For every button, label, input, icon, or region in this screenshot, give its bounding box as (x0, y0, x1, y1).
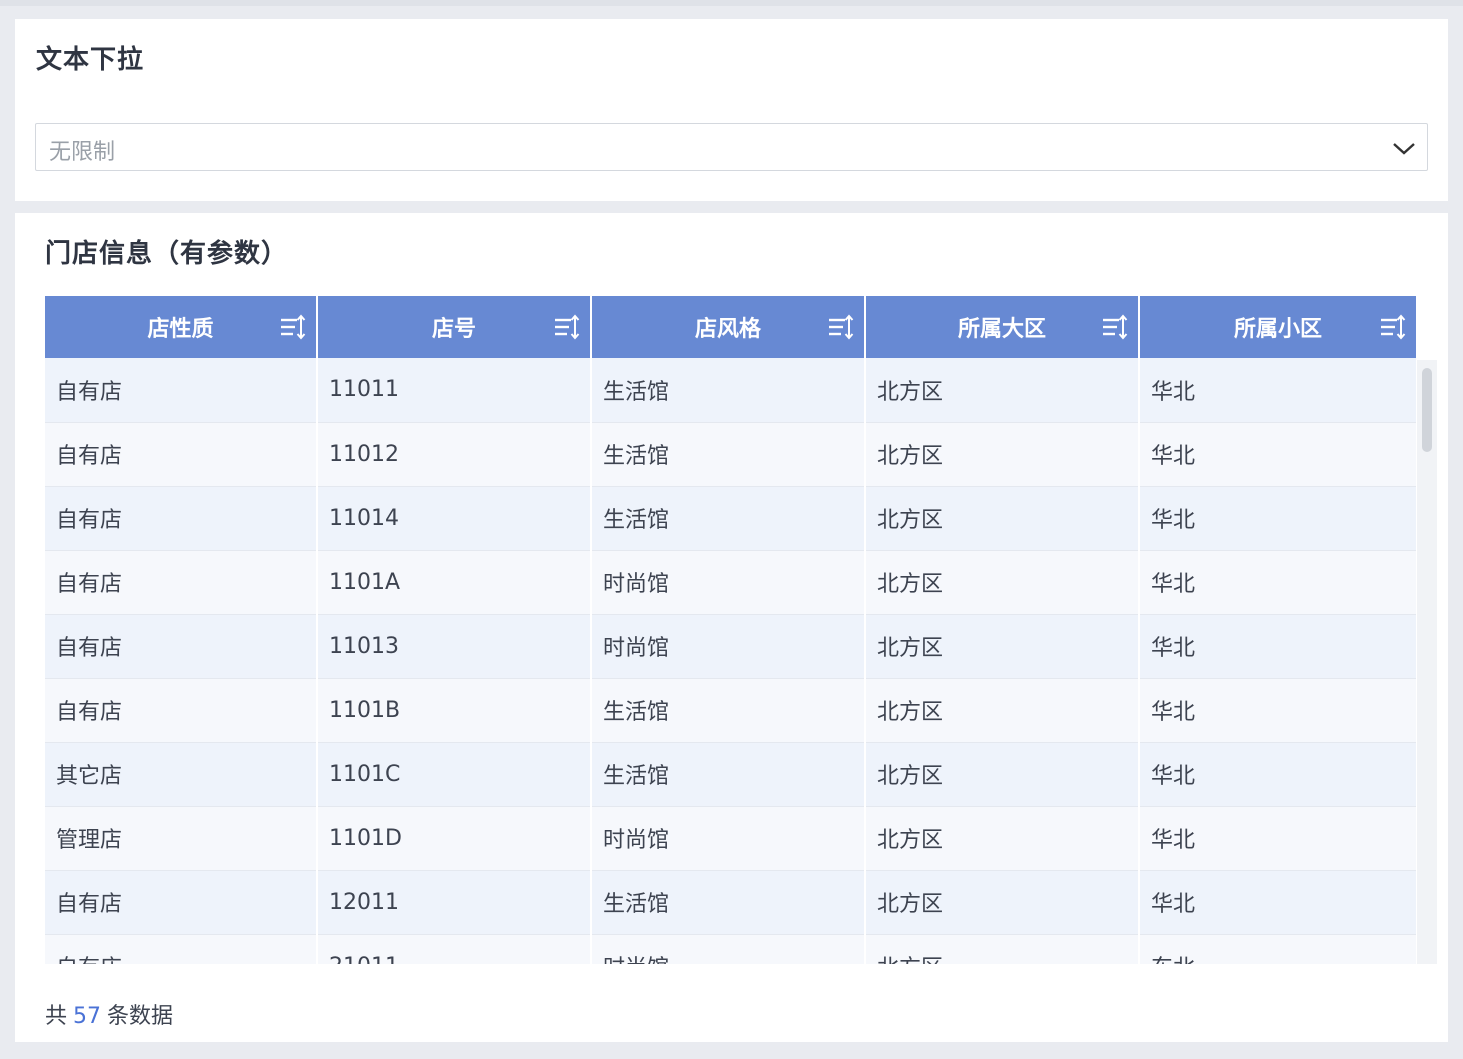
table-cell: 华北 (1139, 742, 1416, 807)
table-cell: 11011 (317, 358, 592, 423)
table-cell: 时尚馆 (591, 550, 866, 615)
column-header-label: 店风格 (694, 317, 761, 342)
column-header[interactable]: 店风格 (591, 296, 866, 358)
table-row[interactable]: 自有店21011时尚馆北方区东北 (45, 934, 1416, 964)
table-cell: 自有店 (45, 550, 318, 615)
table-body: 自有店 11011 生活馆 北方区 华北 自有店 11012 生活馆 北方区 华北 自有店 11014… (45, 358, 1416, 964)
count-prefix: 共 (45, 1004, 68, 1029)
column-header-label: 所属小区 (1233, 317, 1322, 342)
filter-title: 文本下拉 (36, 45, 145, 75)
table-cell: 11013 (317, 614, 592, 679)
table-cell: 北方区 (865, 934, 1140, 964)
count-value: 57 (73, 1004, 102, 1029)
column-header-label: 店号 (431, 317, 476, 342)
table-cell: 华北 (1139, 678, 1416, 743)
table-cell: 生活馆 (591, 358, 866, 423)
column-header-label: 所属大区 (957, 317, 1046, 342)
table-header-row: 店性质 店号 店风格 所属大区 所属小区 (45, 296, 1416, 358)
count-suffix: 条数据 (107, 1004, 174, 1029)
table-cell: 北方区 (865, 614, 1140, 679)
sort-icon[interactable] (1100, 313, 1128, 341)
table-cell: 1101D (317, 806, 592, 871)
table-cell: 华北 (1139, 486, 1416, 551)
store-table: 店性质 店号 店风格 所属大区 所属小区 自有店 11011 生活馆 北方区 华北 自有店 1101… (45, 296, 1416, 964)
text-dropdown-select[interactable]: 无限制 (35, 123, 1428, 171)
table-cell: 自有店 (45, 358, 318, 423)
table-cell: 北方区 (865, 358, 1140, 423)
sort-icon[interactable] (552, 313, 580, 341)
table-cell: 北方区 (865, 486, 1140, 551)
table-cell: 生活馆 (591, 678, 866, 743)
table-row[interactable]: 自有店 11012 生活馆 北方区 华北 (45, 422, 1416, 487)
table-cell: 其它店 (45, 742, 318, 807)
scrollbar-thumb[interactable] (1422, 368, 1432, 452)
table-cell: 华北 (1139, 422, 1416, 487)
table-cell: 东北 (1139, 934, 1416, 964)
table-cell: 21011 (317, 934, 592, 964)
table-cell: 1101C (317, 742, 592, 807)
table-cell: 华北 (1139, 806, 1416, 871)
table-cell: 华北 (1139, 614, 1416, 679)
record-count: 共 57 条数据 (45, 998, 173, 1030)
table-row[interactable]: 自有店 12011 生活馆 北方区 华北 (45, 870, 1416, 935)
table-title: 门店信息（有参数） (45, 239, 289, 269)
table-cell: 生活馆 (591, 742, 866, 807)
table-cell: 11012 (317, 422, 592, 487)
table-cell: 北方区 (865, 806, 1140, 871)
table-cell: 生活馆 (591, 422, 866, 487)
table-scroll-area[interactable]: 店性质 店号 店风格 所属大区 所属小区 自有店 11011 生活馆 北方区 华北 自有店 1101… (45, 296, 1438, 964)
table-cell: 时尚馆 (591, 614, 866, 679)
table-cell: 生活馆 (591, 870, 866, 935)
column-header[interactable]: 店性质 (45, 296, 318, 358)
table-cell: 自有店 (45, 934, 318, 964)
filter-card: 文本下拉 无限制 (15, 19, 1448, 201)
table-row[interactable]: 自有店 1101A 时尚馆 北方区 华北 (45, 550, 1416, 615)
table-cell: 时尚馆 (591, 806, 866, 871)
top-strip (0, 0, 1463, 6)
table-cell: 自有店 (45, 678, 318, 743)
table-row[interactable]: 自有店 11014 生活馆 北方区 华北 (45, 486, 1416, 551)
table-cell: 华北 (1139, 358, 1416, 423)
column-header[interactable]: 所属大区 (865, 296, 1140, 358)
table-cell: 北方区 (865, 422, 1140, 487)
chevron-down-icon (1393, 143, 1415, 155)
table-cell: 北方区 (865, 742, 1140, 807)
select-value: 无限制 (49, 140, 116, 165)
table-cell: 1101B (317, 678, 592, 743)
table-cell: 管理店 (45, 806, 318, 871)
table-cell: 12011 (317, 870, 592, 935)
table-row[interactable]: 自有店 1101B 生活馆 北方区 华北 (45, 678, 1416, 743)
table-cell: 生活馆 (591, 486, 866, 551)
sort-icon[interactable] (1378, 313, 1406, 341)
table-cell: 自有店 (45, 486, 318, 551)
table-cell: 北方区 (865, 678, 1140, 743)
table-cell: 自有店 (45, 870, 318, 935)
table-cell: 时尚馆 (591, 934, 866, 964)
table-cell: 1101A (317, 550, 592, 615)
table-cell: 北方区 (865, 550, 1140, 615)
column-header-label: 店性质 (147, 317, 214, 342)
vertical-scrollbar[interactable] (1417, 360, 1437, 964)
table-cell: 北方区 (865, 870, 1140, 935)
table-row[interactable]: 管理店 1101D 时尚馆 北方区 华北 (45, 806, 1416, 871)
table-cell: 华北 (1139, 870, 1416, 935)
table-cell: 自有店 (45, 614, 318, 679)
sort-icon[interactable] (826, 313, 854, 341)
table-cell: 华北 (1139, 550, 1416, 615)
table-row[interactable]: 自有店 11011 生活馆 北方区 华北 (45, 358, 1416, 423)
store-info-card: 门店信息（有参数） 店性质 店号 店风格 所属大区 所属小区 自有店 11011 生活馆 北方… (15, 213, 1448, 1042)
column-header[interactable]: 店号 (317, 296, 592, 358)
sort-icon[interactable] (278, 313, 306, 341)
table-row[interactable]: 其它店 1101C 生活馆 北方区 华北 (45, 742, 1416, 807)
table-cell: 11014 (317, 486, 592, 551)
table-row[interactable]: 自有店 11013 时尚馆 北方区 华北 (45, 614, 1416, 679)
column-header[interactable]: 所属小区 (1139, 296, 1416, 358)
table-cell: 自有店 (45, 422, 318, 487)
